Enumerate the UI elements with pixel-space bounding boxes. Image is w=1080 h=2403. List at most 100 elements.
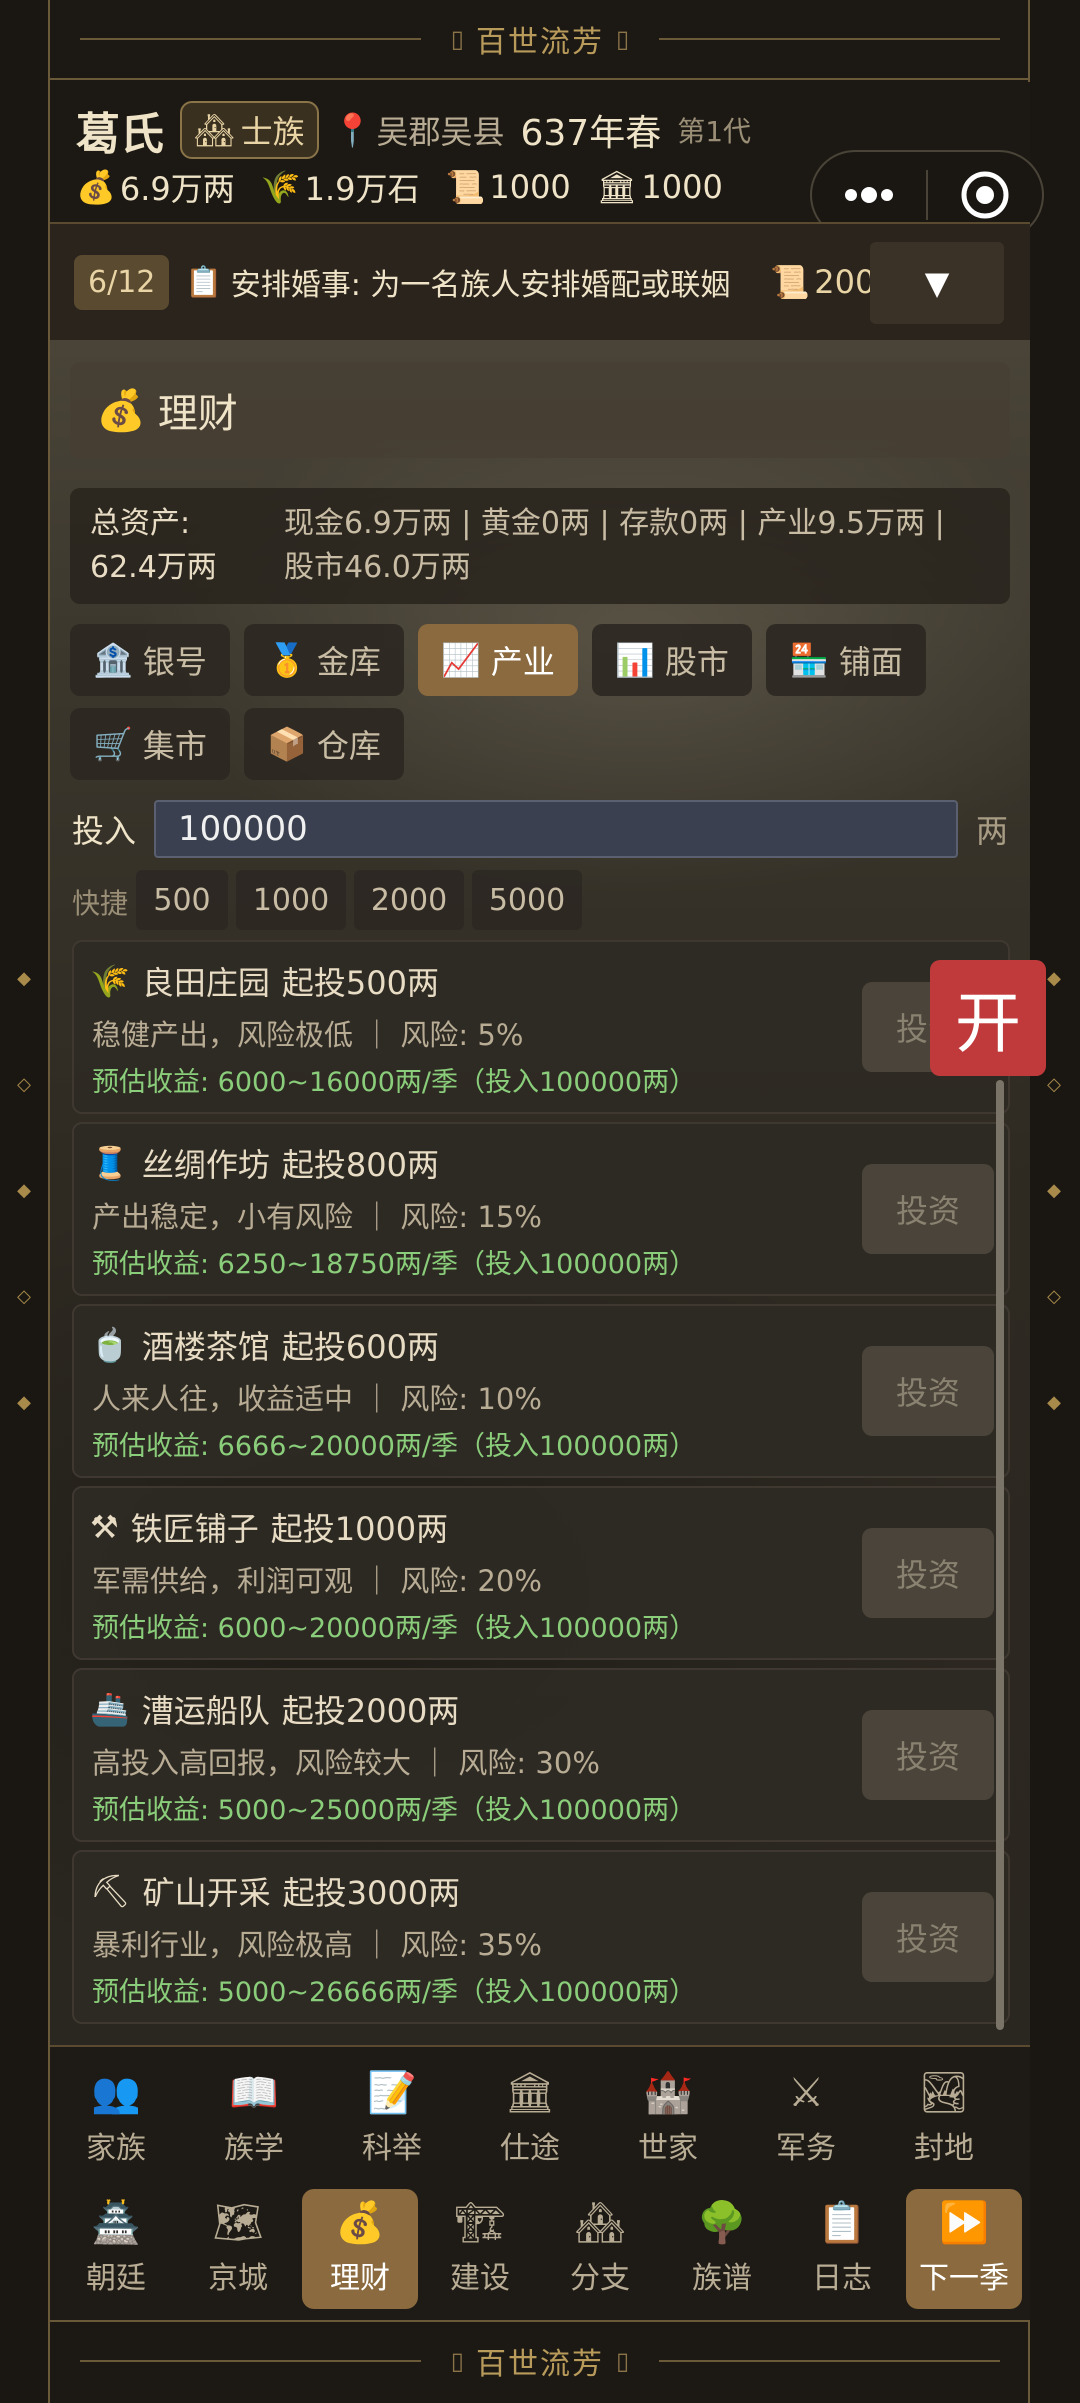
hall-value: 1000 (641, 168, 723, 206)
silver-value: 6.9万两 (119, 170, 235, 208)
clan-name: 葛氏 (76, 109, 164, 160)
tab-treasury[interactable]: 🥇 金库 (244, 624, 404, 696)
cart-icon: 🛒 (93, 725, 133, 763)
nav-item-finance[interactable]: 💰 理财 (302, 2189, 418, 2309)
top-banner: ▯ 百世流芳 ▯ (50, 0, 1030, 80)
tree-icon: 🌳 (697, 2200, 747, 2246)
industry-yield: 预估收益: 6000~16000两/季（投入100000两） (92, 1067, 697, 1098)
memo-icon: 📝 (367, 2070, 417, 2116)
task-text: 安排婚事: 为一名族人安排婚配或联姻 (230, 268, 731, 303)
invest-button[interactable]: 投资 (862, 1710, 994, 1800)
generation-label: 第1代 (677, 115, 752, 148)
bottom-navigation: 👥 家族 📖 族学 📝 科举 🏛 仕途 🏰 世家 ⚔ 军务 🏞 封地 🏯 朝廷 🗺 京城 💰 理财 … (50, 2045, 1030, 2320)
nav-item-exam[interactable]: 📝 科举 (334, 2059, 450, 2179)
invest-amount-input[interactable] (154, 800, 958, 858)
task-dropdown-button[interactable]: ▼ (870, 242, 1004, 324)
industry-yield: 预估收益: 5000~25000两/季（投入100000两） (92, 1795, 697, 1826)
pickaxe-icon: ⛏ (90, 1872, 131, 1910)
crane-icon: 🏗 (454, 2200, 506, 2246)
invest-button[interactable]: 投资 (862, 1892, 994, 1982)
nav-item-court[interactable]: 🏯 朝廷 (58, 2189, 174, 2309)
tab-stocks[interactable]: 📊 股市 (592, 624, 752, 696)
task-cost-value: 200 (814, 263, 876, 301)
quick-amount-button[interactable]: 2000 (354, 870, 464, 930)
invest-button[interactable]: 投资 (862, 1528, 994, 1618)
industry-name: 铁匠铺子 (130, 1510, 259, 1548)
money-bag-icon: 💰 (96, 387, 146, 434)
industry-card: 🌾 良田庄园 起投500两 稳健产出，风险极低 ｜ 风险: 5% 预估收益: 600… (72, 940, 1010, 1114)
banner-line (659, 38, 1000, 40)
nav-item-family[interactable]: 👥 家族 (58, 2059, 174, 2179)
industry-yield: 预估收益: 6250~18750两/季（投入100000两） (92, 1249, 697, 1280)
banner-line (80, 38, 421, 40)
industry-card: 🧵 丝绸作坊 起投800两 产出稳定，小有风险 ｜ 风险: 15% 预估收益: 62… (72, 1122, 1010, 1296)
industry-card: ⛏ 矿山开采 起投3000两 暴利行业，风险极高 ｜ 风险: 35% 预估收益: 5… (72, 1850, 1010, 2024)
scroll-icon: 📜 (445, 168, 486, 206)
section-header: 💰 理财 (70, 362, 1010, 458)
invest-unit: 两 (976, 812, 1009, 850)
hall-icon: 🏛 (596, 168, 638, 206)
quick-label: 快捷 (72, 887, 129, 920)
nav-item-capital[interactable]: 🗺 京城 (180, 2189, 296, 2309)
banner-title: 百世流芳 (476, 2347, 604, 2382)
task-bar: 6/12 📋 安排婚事: 为一名族人安排婚配或联姻 📜 200 ▼ (50, 222, 1030, 340)
invest-row: 投入 两 (50, 800, 1030, 860)
crossed-swords-icon: ⚔ (788, 2070, 824, 2116)
quick-amount-button[interactable]: 5000 (472, 870, 582, 930)
target-icon (961, 171, 1009, 219)
assets-detail: 现金6.9万两 | 黄金0两 | 存款0两 | 产业9.5万两 | 股市46.0… (284, 506, 945, 585)
invest-button[interactable]: 投资 (862, 1346, 994, 1436)
tab-market[interactable]: 🛒 集市 (70, 708, 230, 780)
side-decoration-right: ◆ ◇ ◆ ◇ ◆ (1047, 968, 1061, 1413)
open-button[interactable]: 开 (930, 960, 1046, 1076)
nav-item-school[interactable]: 📖 族学 (196, 2059, 312, 2179)
list-scrollbar[interactable] (996, 1080, 1004, 2030)
bottom-banner: ▯ 百世流芳 ▯ (50, 2320, 1030, 2400)
landscape-icon: 🏞 (918, 2070, 970, 2116)
next-season-button[interactable]: ⏩ 下一季 (906, 2189, 1022, 2309)
location: 📍 吴郡吴县 (333, 107, 505, 153)
banner-line (80, 2360, 421, 2362)
tab-bank[interactable]: 🏦 银号 (70, 624, 230, 696)
resource-bar: 💰 6.9万两 🌾 1.9万石 📜 1000 🏛 1000 (76, 164, 723, 210)
industry-desc: 暴利行业，风险极高 ｜ 风险: 35% (92, 1928, 542, 1962)
quick-amount-button[interactable]: 1000 (236, 870, 346, 930)
nav-item-construction[interactable]: 🏗 建设 (422, 2189, 538, 2309)
task-description[interactable]: 📋 安排婚事: 为一名族人安排婚配或联姻 (185, 260, 730, 304)
tab-warehouse[interactable]: 📦 仓库 (244, 708, 404, 780)
rank-label: 士族 (240, 113, 305, 151)
bar-chart-icon: 📊 (615, 641, 655, 679)
scroll-value: 1000 (489, 168, 571, 206)
industry-card: 🍵 酒楼茶馆 起投600两 人来人往，收益适中 ｜ 风险: 10% 预估收益: 66… (72, 1304, 1010, 1478)
tab-industry[interactable]: 📈 产业 (418, 624, 578, 696)
nav-item-military[interactable]: ⚔ 军务 (748, 2059, 864, 2179)
pin-icon: 📍 (332, 111, 373, 149)
location-label: 吴郡吴县 (376, 113, 505, 151)
tab-shops[interactable]: 🏪 铺面 (766, 624, 926, 696)
nav-item-noble-houses[interactable]: 🏰 世家 (610, 2059, 726, 2179)
industry-name: 漕运船队 (141, 1692, 270, 1730)
industry-min: 起投500两 (281, 964, 439, 1002)
banner-line (659, 2360, 1000, 2362)
assets-summary: 总资产: 62.4万两 现金6.9万两 | 黄金0两 | 存款0两 | 产业9.… (70, 488, 1010, 604)
grain-icon: 🌾 (90, 962, 130, 1000)
houses-icon: 🏘 (574, 2200, 626, 2246)
year-label: 637年春 (520, 113, 662, 154)
industry-min: 起投3000两 (282, 1874, 461, 1912)
people-icon: 👥 (91, 2070, 141, 2116)
nav-item-career[interactable]: 🏛 仕途 (472, 2059, 588, 2179)
grain-icon: 🌾 (260, 168, 301, 206)
invest-button[interactable]: 投资 (862, 1164, 994, 1254)
industry-min: 起投2000两 (281, 1692, 460, 1730)
nav-item-genealogy[interactable]: 🌳 族谱 (664, 2189, 780, 2309)
tea-icon: 🍵 (90, 1326, 130, 1364)
industry-yield: 预估收益: 5000~26666两/季（投入100000两） (92, 1977, 697, 2008)
nav-item-fief[interactable]: 🏞 封地 (886, 2059, 1002, 2179)
quick-amount-button[interactable]: 500 (136, 870, 228, 930)
industry-card: ⚒ 铁匠铺子 起投1000两 军需供给，利润可观 ｜ 风险: 20% 预估收益: 6… (72, 1486, 1010, 1660)
money-bag-icon: 💰 (76, 168, 116, 206)
banner-title: 百世流芳 (476, 25, 604, 60)
rank-badge: 🏘 士族 (180, 101, 319, 159)
nav-item-branches[interactable]: 🏘 分支 (542, 2189, 658, 2309)
nav-item-log[interactable]: 📋 日志 (784, 2189, 900, 2309)
